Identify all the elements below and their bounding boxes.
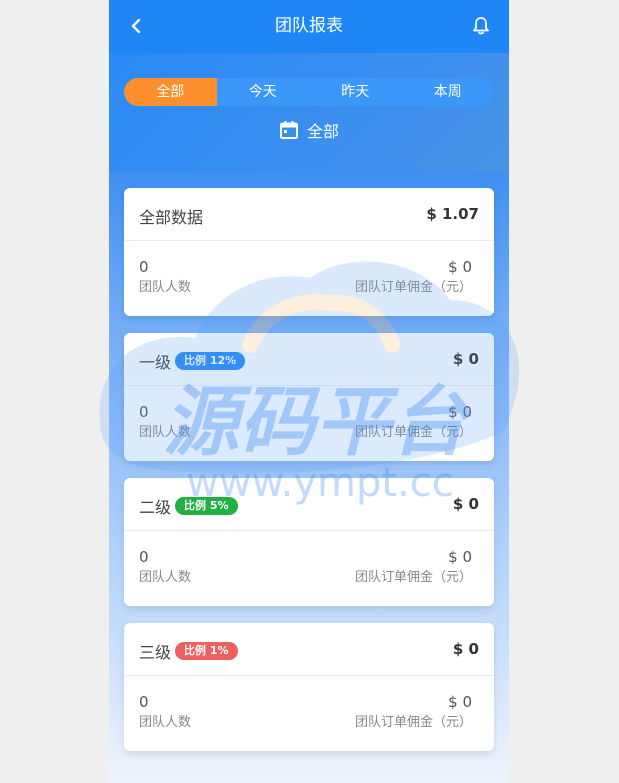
team-commission-label: 团队订单佣金（元）	[354, 425, 472, 440]
team-members-label: 团队人数	[139, 425, 192, 440]
card-title: 一级 比例 12%	[139, 349, 246, 373]
team-commission-value: $ 0	[448, 548, 472, 566]
team-commission-stat: $ 0 团队订单佣金（元）	[355, 548, 472, 586]
date-range-picker[interactable]: 全部	[109, 118, 509, 142]
team-commission-value: $ 0	[448, 258, 472, 276]
team-members-label: 团队人数	[139, 715, 192, 730]
team-commission-label: 团队订单佣金（元）	[354, 570, 472, 585]
level-amount: $ 0	[452, 640, 479, 658]
card-title: 三级 比例 1%	[139, 639, 238, 663]
level-title: 三级	[139, 643, 172, 662]
tab-today[interactable]: 今天	[217, 78, 310, 106]
team-members-label: 团队人数	[139, 280, 192, 295]
team-commission-value: $ 0	[448, 403, 472, 421]
level-1-card: 一级 比例 12% $ 0 0 团队人数 $ 0 团队订单佣金（元）	[124, 333, 494, 461]
level-amount: $ 0	[452, 495, 479, 513]
team-members-value: 0	[139, 693, 149, 711]
tab-all[interactable]: 全部	[124, 78, 217, 106]
tab-this-week[interactable]: 本周	[402, 78, 495, 106]
card-header: 全部数据 $ 1.07	[124, 188, 494, 241]
card-title: 二级 比例 5%	[139, 494, 238, 518]
team-members-value: 0	[139, 403, 149, 421]
level-amount: $ 0	[452, 350, 479, 368]
card-header: 三级 比例 1% $ 0	[124, 623, 494, 676]
team-members-value: 0	[139, 258, 149, 276]
ratio-badge: 比例 12%	[175, 352, 246, 370]
filter-header: 全部 今天 昨天 本周 全部	[109, 53, 509, 172]
card-title: 全部数据	[139, 208, 204, 227]
team-commission-label: 团队订单佣金（元）	[354, 715, 472, 730]
level-title: 二级	[139, 498, 172, 517]
team-commission-stat: $ 0 团队订单佣金（元）	[355, 403, 472, 441]
card-header: 一级 比例 12% $ 0	[124, 333, 494, 386]
team-commission-stat: $ 0 团队订单佣金（元）	[355, 693, 472, 731]
total-amount: $ 1.07	[426, 205, 479, 223]
level-title: 一级	[139, 353, 172, 372]
team-commission-label: 团队订单佣金（元）	[354, 280, 472, 295]
ratio-badge: 比例 5%	[175, 497, 238, 515]
level-3-card: 三级 比例 1% $ 0 0 团队人数 $ 0 团队订单佣金（元）	[124, 623, 494, 751]
bell-icon	[473, 17, 489, 35]
notification-button[interactable]	[467, 12, 495, 40]
team-members-stat: 0 团队人数	[139, 403, 191, 441]
team-members-stat: 0 团队人数	[139, 258, 191, 296]
team-commission-value: $ 0	[448, 693, 472, 711]
team-members-stat: 0 团队人数	[139, 548, 191, 586]
tab-yesterday[interactable]: 昨天	[309, 78, 402, 106]
card-header: 二级 比例 5% $ 0	[124, 478, 494, 531]
date-range-label: 全部	[306, 122, 339, 141]
team-members-label: 团队人数	[139, 570, 192, 585]
page-title: 团队报表	[275, 16, 343, 36]
top-bar: 团队报表	[109, 0, 509, 53]
summary-card: 全部数据 $ 1.07 0 团队人数 $ 0 团队订单佣金（元）	[124, 188, 494, 316]
calendar-icon	[279, 121, 298, 139]
team-members-value: 0	[139, 548, 149, 566]
date-tabs: 全部 今天 昨天 本周	[124, 78, 494, 106]
team-commission-stat: $ 0 团队订单佣金（元）	[355, 258, 472, 296]
ratio-badge: 比例 1%	[175, 642, 238, 660]
back-arrow-icon	[131, 18, 141, 34]
team-members-stat: 0 团队人数	[139, 693, 191, 731]
back-button[interactable]	[123, 12, 151, 40]
level-2-card: 二级 比例 5% $ 0 0 团队人数 $ 0 团队订单佣金（元）	[124, 478, 494, 606]
app-screen: 团队报表 全部 今天 昨天 本周 全部 全部数据 $ 1.07 0 团队人数 $…	[109, 0, 509, 783]
